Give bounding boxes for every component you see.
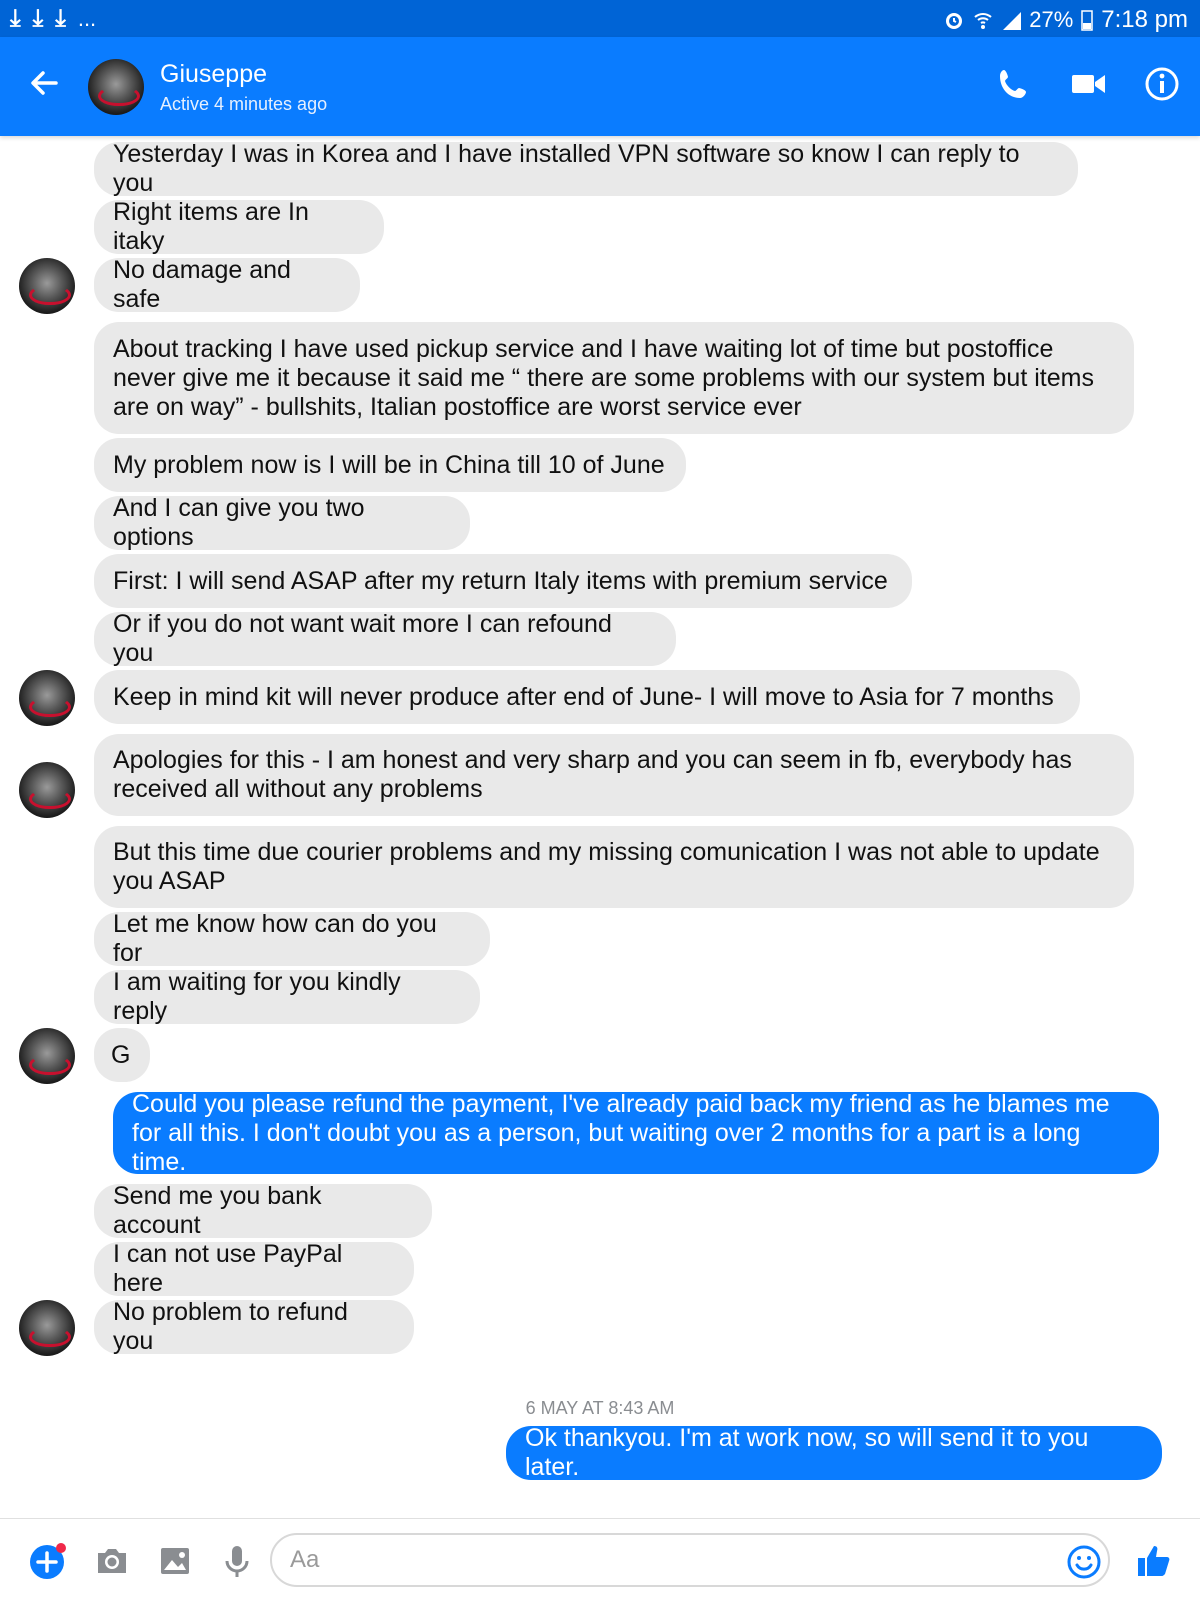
info-icon[interactable] bbox=[1140, 62, 1184, 106]
incoming-message[interactable]: I am waiting for you kindly reply bbox=[94, 968, 480, 1025]
thumbs-up-icon[interactable] bbox=[1134, 1541, 1174, 1581]
emoji-icon[interactable] bbox=[1064, 1542, 1104, 1582]
conversation-header: Giuseppe Active 4 minutes ago bbox=[0, 37, 1200, 136]
message-input[interactable] bbox=[270, 1533, 1110, 1587]
contact-name[interactable]: Giuseppe bbox=[160, 60, 267, 89]
download-icon: ⤓ bbox=[10, 5, 21, 32]
incoming-message[interactable]: And I can give you two options bbox=[94, 494, 470, 551]
incoming-message[interactable]: No damage and safe bbox=[94, 256, 360, 313]
contact-active-status: Active 4 minutes ago bbox=[160, 94, 328, 114]
plus-icon[interactable] bbox=[27, 1541, 67, 1581]
status-system: 27% 7:18 pm bbox=[943, 6, 1188, 34]
contact-avatar[interactable] bbox=[88, 59, 144, 115]
incoming-message[interactable]: My problem now is I will be in China til… bbox=[94, 438, 686, 492]
image-gallery-icon[interactable] bbox=[155, 1541, 195, 1581]
status-notifications: ⤓ ⤓ ⤓ ... bbox=[10, 6, 96, 32]
incoming-message[interactable]: Right items are In itaky bbox=[94, 198, 384, 255]
phone-icon[interactable] bbox=[992, 62, 1036, 106]
battery-icon bbox=[1081, 10, 1094, 31]
message-composer bbox=[0, 1518, 1200, 1601]
outgoing-message[interactable]: Could you please refund the payment, I'v… bbox=[113, 1090, 1159, 1176]
microphone-icon[interactable] bbox=[217, 1541, 257, 1581]
signal-icon bbox=[1003, 12, 1022, 30]
incoming-message[interactable]: About tracking I have used pickup servic… bbox=[94, 322, 1134, 434]
incoming-message[interactable]: Or if you do not want wait more I can re… bbox=[94, 610, 676, 667]
incoming-message[interactable]: First: I will send ASAP after my return … bbox=[94, 554, 912, 608]
download-icon: ⤓ bbox=[32, 5, 44, 32]
battery-percent: 27% bbox=[1029, 7, 1074, 32]
incoming-message[interactable]: Keep in mind kit will never produce afte… bbox=[94, 670, 1080, 724]
incoming-message[interactable]: Apologies for this - I am honest and ver… bbox=[94, 734, 1134, 816]
sender-avatar[interactable] bbox=[19, 762, 75, 818]
video-call-icon[interactable] bbox=[1067, 62, 1111, 106]
incoming-message[interactable]: Let me know how can do you for bbox=[94, 910, 490, 967]
status-bar: ⤓ ⤓ ⤓ ... 27% 7:18 pm bbox=[0, 0, 1200, 37]
message-thread[interactable]: Yesterday I was in Korea and I have inst… bbox=[0, 136, 1200, 1516]
sender-avatar[interactable] bbox=[19, 1300, 75, 1356]
outgoing-message[interactable]: Ok thankyou. I'm at work now, so will se… bbox=[506, 1424, 1162, 1481]
sender-avatar[interactable] bbox=[19, 1028, 75, 1084]
incoming-message[interactable]: But this time due courier problems and m… bbox=[94, 826, 1134, 908]
incoming-message[interactable]: G bbox=[94, 1028, 150, 1082]
wifi-icon bbox=[974, 13, 992, 29]
incoming-message[interactable]: No problem to refund you bbox=[94, 1298, 414, 1355]
back-arrow-icon[interactable] bbox=[24, 63, 64, 103]
incoming-message[interactable]: Send me you bank account bbox=[94, 1182, 432, 1239]
more-notifications: ... bbox=[77, 6, 97, 31]
download-icon: ⤓ bbox=[55, 5, 66, 32]
camera-icon[interactable] bbox=[92, 1541, 132, 1581]
clock: 7:18 pm bbox=[1101, 6, 1188, 33]
message-timestamp: 6 MAY AT 8:43 AM bbox=[525, 1398, 675, 1418]
alarm-icon bbox=[946, 13, 963, 29]
incoming-message[interactable]: I can not use PayPal here bbox=[94, 1240, 414, 1297]
sender-avatar[interactable] bbox=[19, 670, 75, 726]
incoming-message[interactable]: Yesterday I was in Korea and I have inst… bbox=[94, 140, 1078, 197]
sender-avatar[interactable] bbox=[19, 258, 75, 314]
